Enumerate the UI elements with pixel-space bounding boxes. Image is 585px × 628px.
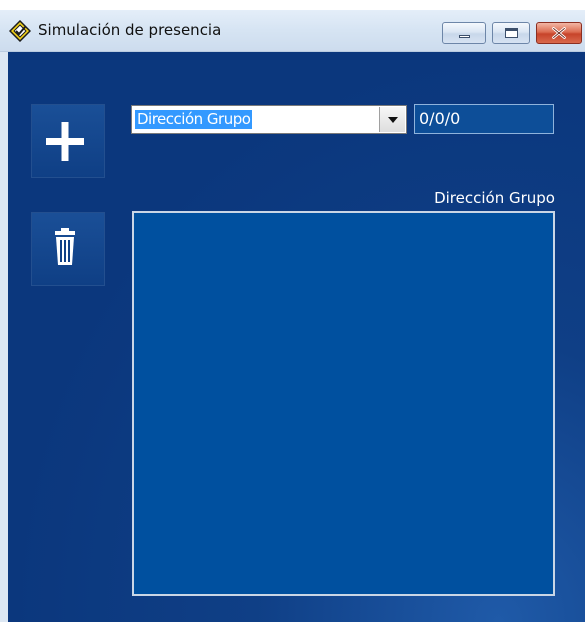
group-address-list[interactable] [132, 211, 555, 596]
app-icon [9, 20, 31, 42]
list-column-header: Dirección Grupo [434, 189, 555, 207]
address-field[interactable]: 0/0/0 [414, 104, 554, 134]
close-icon [552, 27, 566, 39]
maximize-button[interactable] [492, 22, 530, 44]
minimize-button[interactable] [442, 22, 486, 44]
minimize-icon [459, 35, 470, 38]
group-address-select[interactable]: Dirección Grupo [131, 105, 407, 134]
dropdown-button[interactable] [379, 107, 405, 132]
chevron-down-icon [388, 117, 398, 123]
trash-icon [55, 228, 75, 265]
delete-button[interactable] [31, 212, 105, 286]
group-select-value: Dirección Grupo [135, 110, 253, 129]
add-button[interactable] [31, 104, 105, 178]
app-window: Simulación de presencia Dirección Grupo … [0, 10, 585, 622]
maximize-icon [505, 28, 518, 38]
title-bar[interactable]: Simulación de presencia [0, 10, 585, 52]
window-title: Simulación de presencia [38, 21, 222, 39]
plus-icon [46, 122, 84, 161]
client-area: Dirección Grupo 0/0/0 Dirección Grupo [8, 52, 585, 622]
close-button[interactable] [536, 22, 582, 44]
